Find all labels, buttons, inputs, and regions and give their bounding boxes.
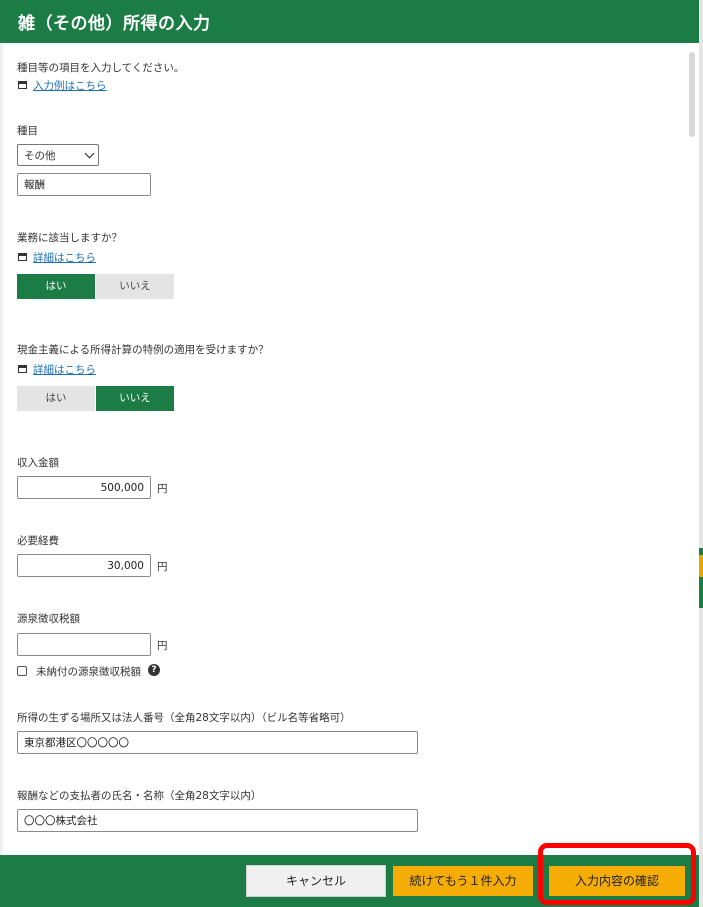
business-yes-button[interactable]: はい xyxy=(17,274,95,299)
cash-basis-yes-button[interactable]: はい xyxy=(17,386,95,411)
category-detail-input[interactable] xyxy=(17,173,151,196)
expenses-input[interactable] xyxy=(17,554,151,577)
location-label: 所得の生ずる場所又は法人番号（全角28文字以内）（ビル名等省略可） xyxy=(17,712,351,724)
unpaid-withholding-label: 未納付の源泉徴収税額 xyxy=(36,666,141,678)
continue-entry-button[interactable]: 続けてもう１件入力 xyxy=(393,866,533,896)
payer-label: 報酬などの支払者の氏名・名称（全角28文字以内） xyxy=(17,790,262,802)
payer-input[interactable] xyxy=(17,809,418,832)
business-detail-link[interactable]: 詳細はこちら xyxy=(33,250,96,265)
category-select-value: その他 xyxy=(24,150,56,162)
example-link[interactable]: 入力例はこちら xyxy=(33,78,107,93)
new-window-icon xyxy=(18,253,27,261)
income-input[interactable] xyxy=(17,476,151,499)
withholding-unit: 円 xyxy=(157,640,168,652)
withholding-label: 源泉徴収税額 xyxy=(17,613,80,625)
unpaid-withholding-checkbox[interactable] xyxy=(17,666,27,676)
cash-basis-question: 現金主義による所得計算の特例の適用を受けますか？ xyxy=(17,344,269,356)
new-window-icon xyxy=(18,365,27,373)
business-question: 業務に該当しますか？ xyxy=(17,232,122,244)
cancel-button[interactable]: キャンセル xyxy=(246,865,386,897)
location-input[interactable] xyxy=(17,731,418,754)
background-page-edge xyxy=(699,0,703,907)
intro-text: 種目等の項目を入力してください。 xyxy=(17,62,185,74)
new-window-icon xyxy=(18,81,27,89)
dialog-left-edge xyxy=(0,43,3,855)
dialog-title: 雑（その他）所得の入力 xyxy=(18,14,211,34)
cash-basis-no-button[interactable]: いいえ xyxy=(96,386,174,411)
category-select[interactable]: その他 xyxy=(17,144,99,166)
category-label: 種目 xyxy=(17,125,38,137)
chevron-down-icon xyxy=(84,148,95,159)
income-unit: 円 xyxy=(157,483,168,495)
cash-basis-detail-link[interactable]: 詳細はこちら xyxy=(33,362,96,377)
help-icon[interactable]: ? xyxy=(148,664,160,676)
dialog-header: 雑（その他）所得の入力 xyxy=(0,0,699,43)
scrollbar-thumb[interactable] xyxy=(689,52,695,137)
income-label: 収入金額 xyxy=(17,457,59,469)
highlight-annotation xyxy=(538,843,696,905)
business-no-button[interactable]: いいえ xyxy=(96,274,174,299)
withholding-input[interactable] xyxy=(17,633,151,656)
expenses-unit: 円 xyxy=(157,561,168,573)
expenses-label: 必要経費 xyxy=(17,535,59,547)
